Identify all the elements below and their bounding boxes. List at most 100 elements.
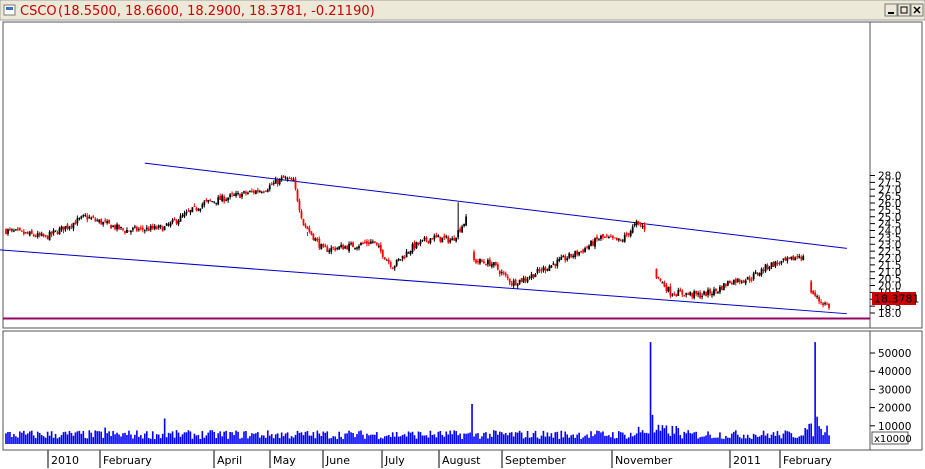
candle-body <box>128 230 130 232</box>
candle-body <box>590 241 592 246</box>
restore-icon[interactable] <box>897 3 911 17</box>
close-icon[interactable] <box>910 3 924 17</box>
candle-body <box>118 224 120 230</box>
candle-body <box>294 178 297 189</box>
volume-bar <box>566 434 569 444</box>
candle-body <box>181 215 184 217</box>
candle-body <box>556 259 559 266</box>
candle-body <box>223 196 226 202</box>
candle-body <box>272 182 275 185</box>
candle-body <box>340 244 343 248</box>
volume-bar <box>544 436 547 444</box>
volume-bar <box>610 437 612 444</box>
volume-bar <box>403 434 406 444</box>
volume-bar <box>499 431 501 444</box>
candle-body <box>494 261 497 265</box>
volume-bar <box>193 433 196 444</box>
candle-body <box>92 216 95 218</box>
candle-body <box>413 242 416 249</box>
window-menu-icon[interactable] <box>3 4 16 16</box>
volume-bar <box>633 435 636 444</box>
candle-body <box>280 177 283 180</box>
volume-bar <box>629 432 632 444</box>
volume-bar <box>233 435 235 444</box>
candle-body <box>459 228 462 232</box>
volume-bar <box>752 433 755 444</box>
volume-bar <box>237 431 239 444</box>
candle-body <box>102 221 105 225</box>
volume-tick-label: 40000 <box>878 366 911 378</box>
candle-body <box>788 257 791 259</box>
volume-bar <box>207 432 210 444</box>
volume-bar <box>284 433 287 444</box>
volume-bar <box>409 432 412 444</box>
volume-bar <box>782 433 785 444</box>
candle-body <box>276 180 279 185</box>
volume-bar <box>734 430 737 444</box>
volume-bar <box>179 436 182 444</box>
candle-body <box>80 216 83 219</box>
volume-bar <box>370 434 372 444</box>
volume-bar <box>580 439 582 444</box>
volume-bar <box>570 435 572 444</box>
volume-bar <box>713 437 715 444</box>
candle-body <box>641 226 644 228</box>
volume-bar <box>191 438 194 444</box>
candle-body <box>457 230 460 238</box>
candle-body <box>405 251 408 258</box>
candle-body <box>34 235 37 237</box>
volume-bar <box>227 438 229 444</box>
candle-body <box>215 202 218 204</box>
volume-bar <box>602 431 604 444</box>
volume-bar <box>302 435 305 444</box>
minimize-icon[interactable] <box>884 3 898 17</box>
candle-body <box>18 228 21 231</box>
candle-body <box>82 215 85 217</box>
volume-bar <box>19 431 21 444</box>
candle-body <box>744 280 747 284</box>
volume-bar <box>290 436 293 444</box>
volume-bar <box>691 433 693 444</box>
candle-body <box>570 253 573 257</box>
volume-bar <box>296 430 299 444</box>
quote-values: (18.5500, 18.6600, 18.2900, 18.3781, -0.… <box>58 4 375 19</box>
volume-bar <box>151 431 154 444</box>
candle-body <box>233 194 235 196</box>
volume-bar <box>558 438 561 444</box>
volume-bar <box>766 433 769 444</box>
volume-bar <box>790 433 793 444</box>
candle-body <box>124 231 126 233</box>
candle-body <box>490 263 493 267</box>
volume-bar <box>264 437 267 444</box>
candle-body <box>139 227 142 229</box>
candle-body <box>461 226 464 233</box>
volume-bar <box>695 431 697 444</box>
volume-bar <box>514 432 517 444</box>
candle-body <box>163 226 166 230</box>
candle-body <box>385 259 388 261</box>
candle-body <box>251 190 253 192</box>
candle-body <box>366 241 368 244</box>
volume-bar <box>282 436 285 444</box>
candle-body <box>754 272 757 274</box>
candle-body <box>298 200 301 211</box>
volume-bar <box>187 430 190 444</box>
volume-bar <box>348 430 350 444</box>
candle-body <box>582 249 584 253</box>
volume-bar <box>816 416 818 444</box>
volume-bar <box>161 433 164 444</box>
candle-body <box>481 260 483 262</box>
candle-body <box>665 285 668 292</box>
candle-body <box>354 247 356 249</box>
volume-bar <box>54 433 57 444</box>
candle-body <box>673 293 676 295</box>
volume-bar <box>707 431 709 444</box>
volume-bar <box>48 435 51 444</box>
candle-body <box>383 257 386 260</box>
volume-bar <box>697 438 699 444</box>
candle-body <box>302 218 305 225</box>
candle-body <box>334 248 337 251</box>
volume-bar <box>263 435 265 444</box>
candle-body <box>619 240 622 242</box>
candle-body <box>685 292 688 296</box>
